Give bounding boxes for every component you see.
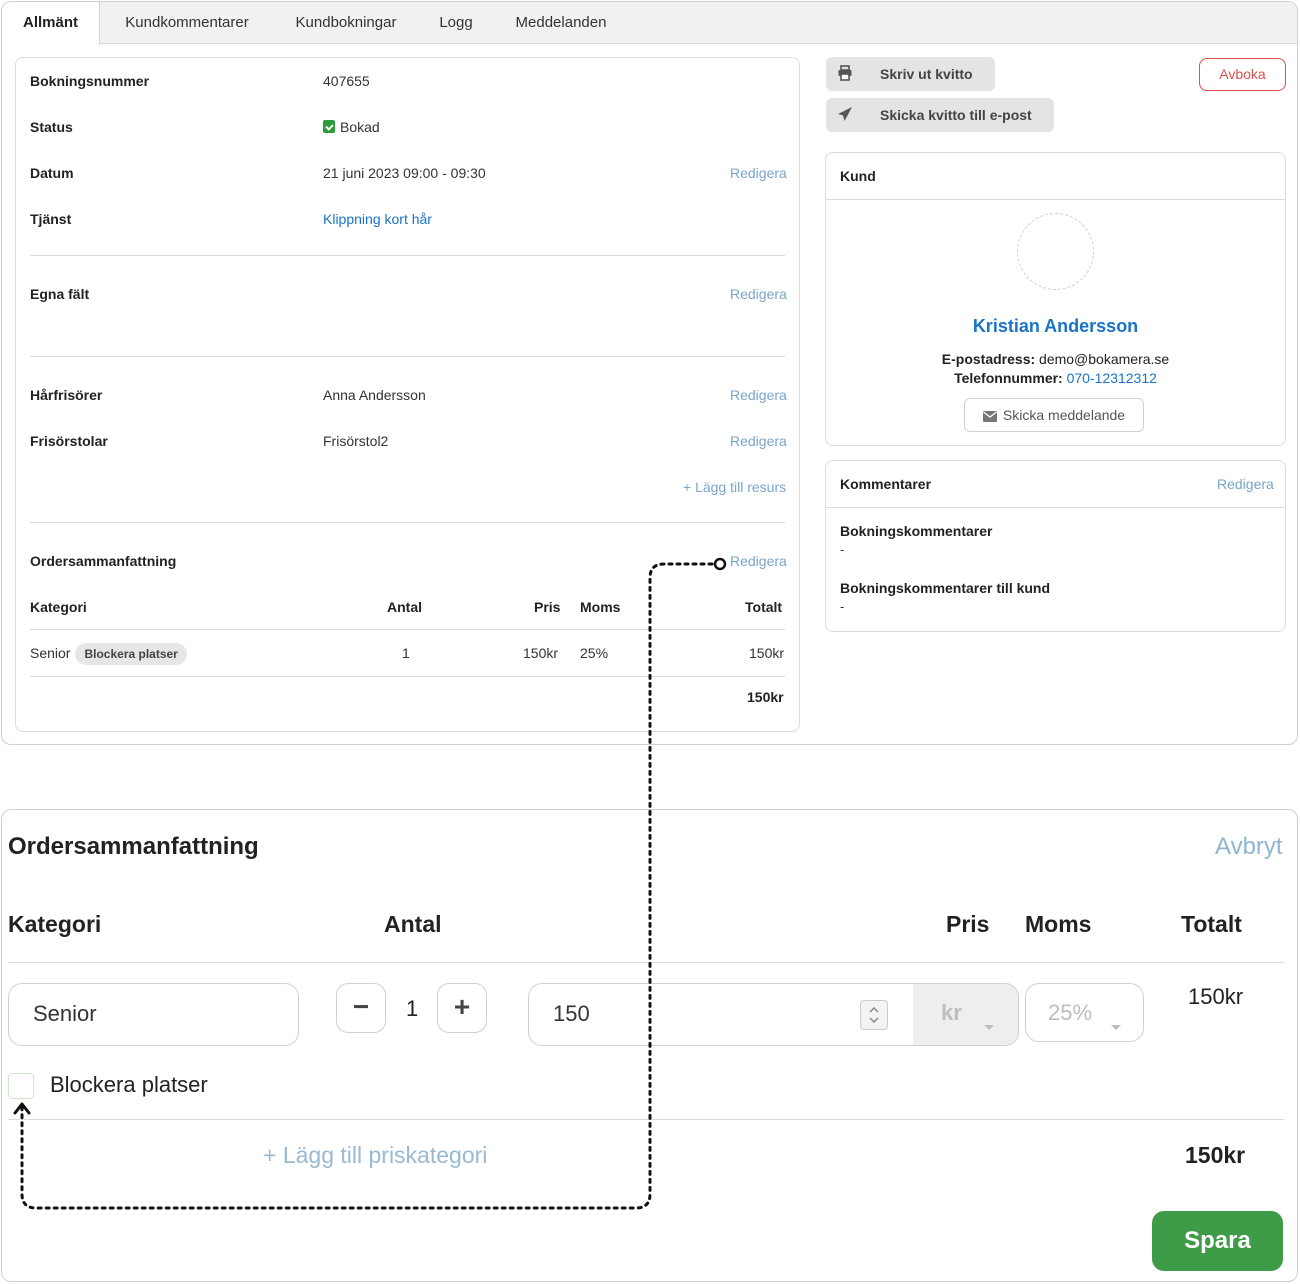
- annotation-connector: [13, 557, 727, 1210]
